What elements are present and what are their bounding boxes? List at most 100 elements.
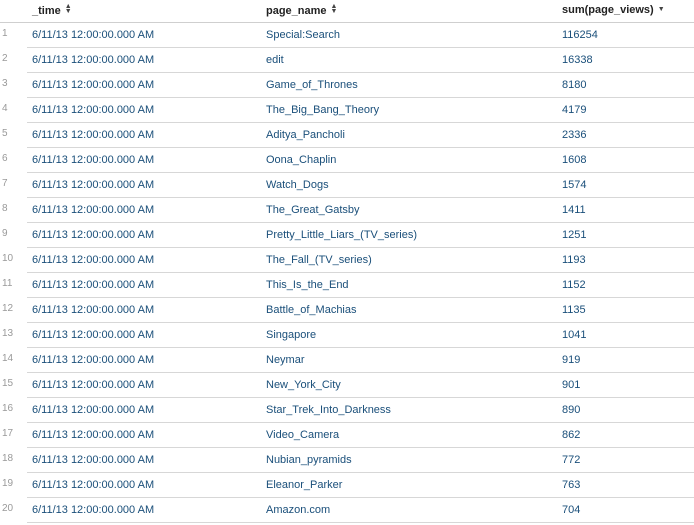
page-name-cell[interactable]: Star_Trek_Into_Darkness [266, 404, 391, 416]
time-cell[interactable]: 6/11/13 12:00:00.000 AM [32, 29, 154, 41]
table-row[interactable]: 4 6/11/13 12:00:00.000 AM The_Big_Bang_The… [2, 98, 694, 123]
results-table: _time ▲ ▼ page_name ▲ ▼ sum(page_views) ▼ 1 6/… [0, 0, 694, 523]
row-number: 18 [2, 453, 14, 464]
page-name-cell[interactable]: Neymar [266, 354, 305, 366]
time-cell[interactable]: 6/11/13 12:00:00.000 AM [32, 104, 154, 116]
page-views-cell[interactable]: 862 [562, 429, 580, 441]
row-number: 7 [2, 178, 8, 189]
time-cell[interactable]: 6/11/13 12:00:00.000 AM [32, 254, 154, 266]
time-cell[interactable]: 6/11/13 12:00:00.000 AM [32, 79, 154, 91]
time-cell[interactable]: 6/11/13 12:00:00.000 AM [32, 354, 154, 366]
row-number: 15 [2, 378, 14, 389]
row-number: 9 [2, 228, 8, 239]
table-row[interactable]: 15 6/11/13 12:00:00.000 AM New_York_City 90… [2, 373, 694, 398]
table-row[interactable]: 17 6/11/13 12:00:00.000 AM Video_Camera 862 [2, 423, 694, 448]
page-views-cell[interactable]: 1135 [562, 304, 586, 316]
column-header-page-name[interactable]: page_name ▲ ▼ [266, 3, 337, 17]
page-name-cell[interactable]: Singapore [266, 329, 316, 341]
page-views-cell[interactable]: 1193 [562, 254, 586, 266]
table-row[interactable]: 14 6/11/13 12:00:00.000 AM Neymar 919 [2, 348, 694, 373]
table-row[interactable]: 11 6/11/13 12:00:00.000 AM This_Is_the_End… [2, 273, 694, 298]
table-header: _time ▲ ▼ page_name ▲ ▼ sum(page_views) ▼ [0, 0, 694, 23]
time-cell[interactable]: 6/11/13 12:00:00.000 AM [32, 404, 154, 416]
page-name-cell[interactable]: Oona_Chaplin [266, 154, 336, 166]
table-row[interactable]: 1 6/11/13 12:00:00.000 AM Special:Search 11… [2, 23, 694, 48]
page-views-cell[interactable]: 1041 [562, 329, 586, 341]
column-header-sum-page-views[interactable]: sum(page_views) ▼ [562, 4, 665, 16]
page-name-cell[interactable]: This_Is_the_End [266, 279, 349, 291]
page-views-cell[interactable]: 763 [562, 479, 580, 491]
time-cell[interactable]: 6/11/13 12:00:00.000 AM [32, 204, 154, 216]
page-views-cell[interactable]: 116254 [562, 29, 598, 41]
page-views-cell[interactable]: 8180 [562, 79, 586, 91]
page-name-cell[interactable]: Watch_Dogs [266, 179, 329, 191]
column-header-label: page_name [266, 5, 327, 17]
sort-both-icon: ▲ ▼ [64, 3, 72, 15]
table-row[interactable]: 6 6/11/13 12:00:00.000 AM Oona_Chaplin 1608 [2, 148, 694, 173]
table-row[interactable]: 10 6/11/13 12:00:00.000 AM The_Fall_(TV_se… [2, 248, 694, 273]
table-row[interactable]: 13 6/11/13 12:00:00.000 AM Singapore 1041 [2, 323, 694, 348]
table-row[interactable]: 2 6/11/13 12:00:00.000 AM edit 16338 [2, 48, 694, 73]
page-views-cell[interactable]: 16338 [562, 54, 593, 66]
page-name-cell[interactable]: The_Great_Gatsby [266, 204, 360, 216]
row-number: 10 [2, 253, 14, 264]
time-cell[interactable]: 6/11/13 12:00:00.000 AM [32, 279, 154, 291]
page-name-cell[interactable]: Nubian_pyramids [266, 454, 352, 466]
page-name-cell[interactable]: Game_of_Thrones [266, 79, 358, 91]
row-number: 16 [2, 403, 14, 414]
page-name-cell[interactable]: edit [266, 54, 284, 66]
time-cell[interactable]: 6/11/13 12:00:00.000 AM [32, 229, 154, 241]
table-row[interactable]: 19 6/11/13 12:00:00.000 AM Eleanor_Parker 7… [2, 473, 694, 498]
time-cell[interactable]: 6/11/13 12:00:00.000 AM [32, 429, 154, 441]
time-cell[interactable]: 6/11/13 12:00:00.000 AM [32, 179, 154, 191]
page-name-cell[interactable]: Aditya_Pancholi [266, 129, 345, 141]
page-views-cell[interactable]: 1608 [562, 154, 586, 166]
table-row[interactable]: 5 6/11/13 12:00:00.000 AM Aditya_Pancholi 2… [2, 123, 694, 148]
row-number: 4 [2, 103, 8, 114]
page-views-cell[interactable]: 919 [562, 354, 580, 366]
time-cell[interactable]: 6/11/13 12:00:00.000 AM [32, 329, 154, 341]
page-name-cell[interactable]: Pretty_Little_Liars_(TV_series) [266, 229, 417, 241]
page-name-cell[interactable]: Amazon.com [266, 504, 330, 516]
column-header-time[interactable]: _time ▲ ▼ [32, 3, 72, 17]
table-row[interactable]: 7 6/11/13 12:00:00.000 AM Watch_Dogs 1574 [2, 173, 694, 198]
page-views-cell[interactable]: 772 [562, 454, 580, 466]
row-number: 19 [2, 478, 14, 489]
time-cell[interactable]: 6/11/13 12:00:00.000 AM [32, 129, 154, 141]
table-row[interactable]: 8 6/11/13 12:00:00.000 AM The_Great_Gatsby… [2, 198, 694, 223]
row-number: 17 [2, 428, 14, 439]
table-row[interactable]: 9 6/11/13 12:00:00.000 AM Pretty_Little_Li… [2, 223, 694, 248]
page-views-cell[interactable]: 890 [562, 404, 580, 416]
time-cell[interactable]: 6/11/13 12:00:00.000 AM [32, 454, 154, 466]
table-row[interactable]: 20 6/11/13 12:00:00.000 AM Amazon.com 704 [2, 498, 694, 523]
table-row[interactable]: 16 6/11/13 12:00:00.000 AM Star_Trek_Into_… [2, 398, 694, 423]
page-views-cell[interactable]: 901 [562, 379, 580, 391]
time-cell[interactable]: 6/11/13 12:00:00.000 AM [32, 479, 154, 491]
page-views-cell[interactable]: 1152 [562, 279, 586, 291]
table-row[interactable]: 12 6/11/13 12:00:00.000 AM Battle_of_Machi… [2, 298, 694, 323]
table-row[interactable]: 18 6/11/13 12:00:00.000 AM Nubian_pyramids… [2, 448, 694, 473]
row-number: 12 [2, 303, 14, 314]
row-number: 5 [2, 128, 8, 139]
page-name-cell[interactable]: The_Big_Bang_Theory [266, 104, 379, 116]
page-views-cell[interactable]: 704 [562, 504, 580, 516]
page-name-cell[interactable]: Special:Search [266, 29, 340, 41]
time-cell[interactable]: 6/11/13 12:00:00.000 AM [32, 504, 154, 516]
time-cell[interactable]: 6/11/13 12:00:00.000 AM [32, 304, 154, 316]
time-cell[interactable]: 6/11/13 12:00:00.000 AM [32, 54, 154, 66]
page-name-cell[interactable]: Video_Camera [266, 429, 339, 441]
page-name-cell[interactable]: Battle_of_Machias [266, 304, 357, 316]
page-name-cell[interactable]: The_Fall_(TV_series) [266, 254, 372, 266]
row-number: 2 [2, 53, 8, 64]
page-name-cell[interactable]: Eleanor_Parker [266, 479, 342, 491]
page-views-cell[interactable]: 4179 [562, 104, 586, 116]
time-cell[interactable]: 6/11/13 12:00:00.000 AM [32, 154, 154, 166]
page-views-cell[interactable]: 1251 [562, 229, 586, 241]
page-views-cell[interactable]: 1574 [562, 179, 586, 191]
page-views-cell[interactable]: 1411 [562, 204, 586, 216]
page-views-cell[interactable]: 2336 [562, 129, 586, 141]
page-name-cell[interactable]: New_York_City [266, 379, 341, 391]
row-number: 13 [2, 328, 14, 339]
time-cell[interactable]: 6/11/13 12:00:00.000 AM [32, 379, 154, 391]
table-row[interactable]: 3 6/11/13 12:00:00.000 AM Game_of_Thrones 8… [2, 73, 694, 98]
